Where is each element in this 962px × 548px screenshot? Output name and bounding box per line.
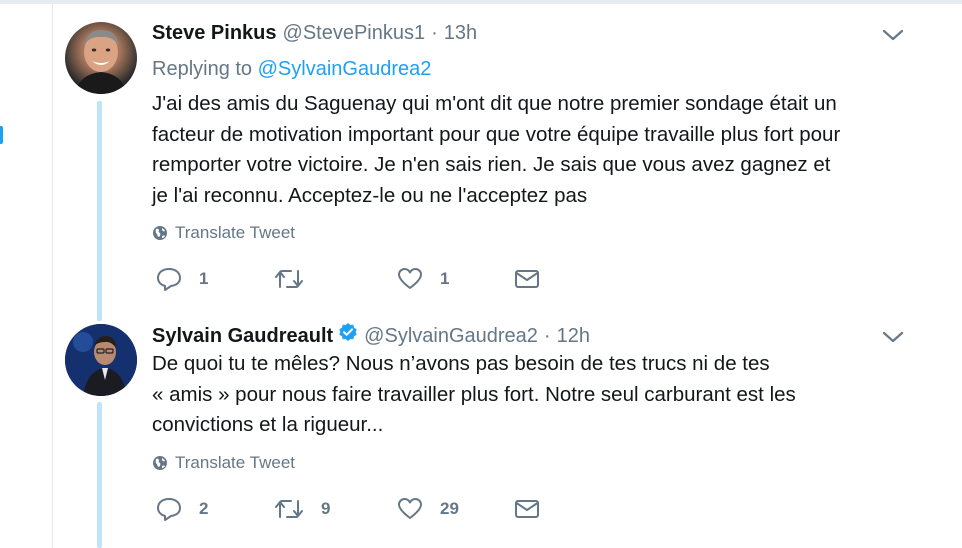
separator-dot: · (543, 325, 551, 347)
like-button[interactable]: 29 (397, 494, 459, 524)
tweet[interactable]: Sylvain Gaudreault @SylvainGaudrea2 · 12… (53, 312, 962, 548)
reply-icon (157, 268, 181, 291)
scroll-indicator (0, 126, 3, 144)
translate-label: Translate Tweet (175, 453, 296, 472)
globe-icon (153, 226, 167, 240)
reply-button[interactable]: 2 (156, 494, 208, 524)
avatar[interactable] (65, 324, 137, 396)
author-name[interactable]: Sylvain Gaudreault (152, 325, 333, 348)
direct-message-button[interactable] (514, 264, 540, 294)
like-count: 1 (440, 269, 450, 288)
heart-icon (398, 498, 422, 519)
tweet-text: De quoi tu te mêles? Nous n’avons pas be… (152, 349, 932, 441)
timestamp[interactable]: 13h (444, 22, 477, 45)
author-handle[interactable]: @StevePinkus1 (283, 22, 426, 45)
verified-badge-icon (339, 323, 357, 341)
reply-button[interactable]: 1 (156, 264, 208, 294)
tweet-text-line: remporter votre victoire. Je n'en sais r… (152, 153, 831, 176)
reply-count: 2 (199, 499, 209, 518)
direct-message-button[interactable] (514, 494, 540, 524)
tweet-header: Steve Pinkus @StevePinkus1 · 13h (152, 22, 477, 45)
retweet-icon (275, 500, 303, 518)
replying-to: Replying to @SylvainGaudrea2 (152, 58, 431, 81)
envelope-icon (515, 500, 539, 518)
tweet-text-line: convictions et la rigueur... (152, 413, 384, 436)
separator-dot: · (431, 22, 438, 44)
tweet-header: Sylvain Gaudreault @SylvainGaudrea2 · 12… (152, 322, 590, 348)
heart-icon (398, 268, 422, 289)
chevron-down-icon[interactable] (882, 28, 904, 42)
retweet-count: 9 (321, 499, 331, 518)
like-button[interactable]: 1 (397, 264, 449, 294)
author-handle[interactable]: @SylvainGaudrea2 (364, 325, 538, 348)
tweet-text-line: De quoi tu te mêles? Nous n’avons pas be… (152, 352, 770, 375)
tweet-text-line: je l'ai reconnu. Acceptez-le ou ne l'acc… (152, 183, 588, 207)
tweet-text: J'ai des amis du Saguenay qui m'ont dit … (152, 89, 932, 211)
envelope-icon (515, 270, 539, 288)
tweet-text-line: J'ai des amis du Saguenay qui m'ont dit … (152, 92, 837, 115)
tweet[interactable]: Steve Pinkus @StevePinkus1 · 13h Replyin… (53, 4, 962, 310)
tweet-text-line: facteur de motivation important pour que… (152, 122, 841, 146)
tweet-text-line: « amis » pour nous faire travailler plus… (152, 382, 796, 406)
mention-link[interactable]: @SylvainGaudrea2 (258, 58, 432, 80)
translate-tweet-button[interactable]: Translate Tweet (152, 223, 295, 243)
tweet-actions: 2 9 29 (152, 494, 632, 524)
replying-to-label: Replying to (152, 58, 253, 80)
chevron-down-icon[interactable] (882, 330, 904, 344)
tweet-actions: 1 1 (152, 264, 632, 294)
retweet-button[interactable]: 9 (274, 494, 330, 524)
retweet-icon (275, 270, 303, 288)
translate-label: Translate Tweet (175, 223, 296, 242)
globe-icon (153, 456, 167, 470)
author-name[interactable]: Steve Pinkus (152, 22, 277, 45)
reply-icon (157, 498, 181, 521)
retweet-button[interactable] (274, 264, 321, 294)
reply-count: 1 (199, 269, 209, 288)
timestamp[interactable]: 12h (557, 325, 590, 348)
avatar[interactable] (65, 22, 137, 94)
like-count: 29 (440, 499, 459, 518)
translate-tweet-button[interactable]: Translate Tweet (152, 453, 295, 473)
